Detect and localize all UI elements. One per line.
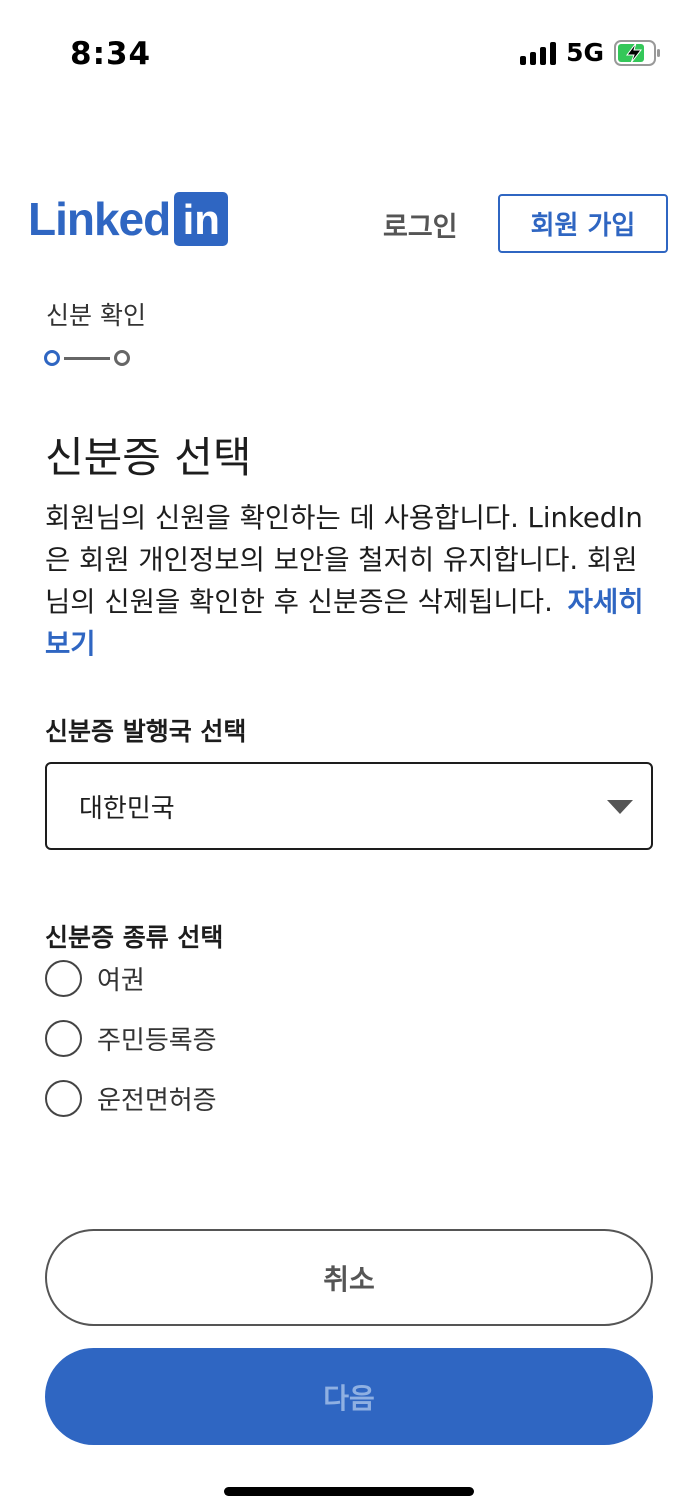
radio-label: 주민등록증 xyxy=(97,1026,217,1056)
join-button[interactable]: 회원 가입 xyxy=(498,194,668,253)
progress-stepper xyxy=(44,350,130,366)
network-type: 5G xyxy=(566,38,604,67)
logo-in-box: in xyxy=(174,192,229,246)
caret-down-icon xyxy=(607,800,633,814)
radio-button[interactable] xyxy=(45,1020,82,1057)
signal-icon xyxy=(520,41,557,65)
login-link[interactable]: 로그인 xyxy=(383,205,458,244)
status-icons: 5G xyxy=(520,38,662,67)
radio-option-drivers-license[interactable]: 운전면허증 xyxy=(45,1080,217,1117)
country-select[interactable]: 대한민국 xyxy=(45,762,653,850)
step-dot-next xyxy=(114,350,130,366)
battery-charging-icon xyxy=(614,39,662,66)
description: 회원님의 신원을 확인하는 데 사용합니다. LinkedIn은 회원 개인정보… xyxy=(45,497,660,665)
id-type-label: 신분증 종류 선택 xyxy=(45,923,224,952)
step-dot-current xyxy=(44,350,60,366)
country-selected-value: 대한민국 xyxy=(79,793,175,824)
radio-button[interactable] xyxy=(45,960,82,997)
page-title: 신분증 선택 xyxy=(45,433,252,482)
radio-label: 운전면허증 xyxy=(97,1086,217,1116)
radio-option-resident-card[interactable]: 주민등록증 xyxy=(45,1020,217,1057)
verification-page: 8:34 5G Linked in 로그인 회원 가입 신분 확인 신분증 선택… xyxy=(0,0,698,1512)
radio-label: 여권 xyxy=(97,966,145,996)
status-time: 8:34 xyxy=(70,36,152,72)
cancel-button[interactable]: 취소 xyxy=(45,1229,653,1326)
country-label: 신분증 발행국 선택 xyxy=(45,717,247,746)
logo-wordmark: Linked xyxy=(28,193,171,245)
description-text: 회원님의 신원을 확인하는 데 사용합니다. LinkedIn은 회원 개인정보… xyxy=(45,502,643,618)
next-button[interactable]: 다음 xyxy=(45,1348,653,1445)
radio-button[interactable] xyxy=(45,1080,82,1117)
radio-option-passport[interactable]: 여권 xyxy=(45,960,145,997)
step-connector xyxy=(64,356,110,360)
linkedin-logo[interactable]: Linked in xyxy=(28,192,229,246)
home-indicator[interactable] xyxy=(224,1487,474,1496)
step-label: 신분 확인 xyxy=(46,301,146,330)
